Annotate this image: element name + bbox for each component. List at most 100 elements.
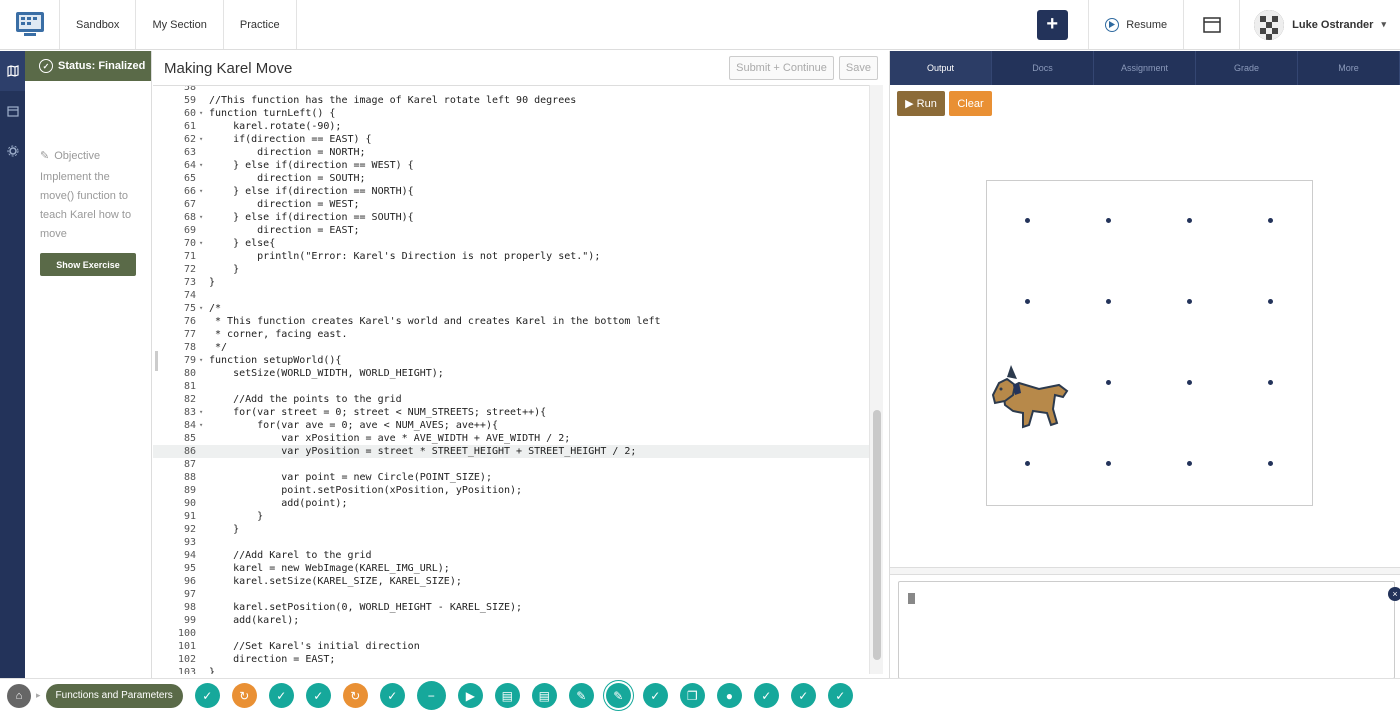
scrollbar-thumb[interactable]: [873, 410, 881, 660]
code-line[interactable]: 63 direction = NORTH;: [153, 146, 869, 159]
code-line[interactable]: 95 karel = new WebImage(KAREL_IMG_URL);: [153, 562, 869, 575]
karel-world-canvas[interactable]: [986, 180, 1313, 506]
code-line[interactable]: 87: [153, 458, 869, 471]
code-editor[interactable]: 58 59 //This function has the image of Kar…: [153, 85, 869, 674]
clear-button[interactable]: Clear: [949, 91, 992, 116]
close-icon[interactable]: ×: [1388, 587, 1400, 601]
run-button[interactable]: ▶ Run: [897, 91, 945, 116]
fold-arrow-icon[interactable]: ▾: [199, 406, 207, 419]
calendar-icon[interactable]: [0, 91, 25, 131]
logo[interactable]: [0, 0, 60, 49]
code-line[interactable]: 59 //This function has the image of Karel…: [153, 94, 869, 107]
code-line[interactable]: 102 direction = EAST;: [153, 653, 869, 666]
minus-icon[interactable]: −: [416, 681, 446, 710]
code-line[interactable]: 85 var xPosition = ave * AVE_WIDTH + AVE…: [153, 432, 869, 445]
code-line[interactable]: 81: [153, 380, 869, 393]
tab-docs[interactable]: Docs: [992, 51, 1094, 85]
code-line[interactable]: 69 direction = EAST;: [153, 224, 869, 237]
code-line[interactable]: 73}: [153, 276, 869, 289]
code-line[interactable]: 100: [153, 627, 869, 640]
code-line[interactable]: 86 var yPosition = street * STREET_HEIGH…: [153, 445, 869, 458]
lightbulb-icon[interactable]: ✓: [827, 683, 853, 708]
fold-arrow-icon[interactable]: ▾: [199, 133, 207, 146]
resize-handle[interactable]: [155, 351, 158, 371]
fold-arrow-icon[interactable]: ▾: [199, 237, 207, 250]
pencil-icon[interactable]: ✎: [568, 683, 594, 708]
lightbulb-icon[interactable]: ✓: [268, 683, 294, 708]
fold-arrow-icon[interactable]: ▾: [199, 211, 207, 224]
fold-arrow-icon[interactable]: ▾: [199, 185, 207, 198]
code-line[interactable]: 76 * This function creates Karel's world…: [153, 315, 869, 328]
add-button[interactable]: +: [1036, 9, 1068, 40]
gear-icon[interactable]: [0, 131, 25, 171]
code-line[interactable]: 91 }: [153, 510, 869, 523]
fold-arrow-icon[interactable]: ▾: [199, 354, 207, 367]
code-line[interactable]: 82 //Add the points to the grid: [153, 393, 869, 406]
code-line[interactable]: 77 * corner, facing east.: [153, 328, 869, 341]
code-line[interactable]: 98 karel.setPosition(0, WORLD_HEIGHT - K…: [153, 601, 869, 614]
refresh-icon[interactable]: ↻: [342, 683, 368, 708]
code-line[interactable]: 78 */: [153, 341, 869, 354]
editor-scrollbar[interactable]: [869, 85, 883, 674]
fold-arrow-icon[interactable]: ▾: [199, 159, 207, 172]
code-line[interactable]: 97: [153, 588, 869, 601]
document-icon[interactable]: ▤: [531, 683, 557, 708]
code-line[interactable]: 67 direction = WEST;: [153, 198, 869, 211]
lightbulb-icon[interactable]: ✓: [642, 683, 668, 708]
show-exercise-button[interactable]: Show Exercise: [40, 253, 136, 276]
document-icon[interactable]: ▤: [494, 683, 520, 708]
copy-icon[interactable]: ❐: [679, 683, 705, 708]
code-line[interactable]: 66 ▾ } else if(direction == NORTH){: [153, 185, 869, 198]
pane-splitter[interactable]: [890, 567, 1400, 575]
lightbulb-icon[interactable]: ✓: [790, 683, 816, 708]
code-line[interactable]: 79 ▾ function setupWorld(){: [153, 354, 869, 367]
submit-continue-button[interactable]: Submit + Continue: [729, 56, 834, 80]
map-icon[interactable]: [0, 51, 25, 91]
code-line[interactable]: 83 ▾ for(var street = 0; street < NUM_STR…: [153, 406, 869, 419]
code-line[interactable]: 84 ▾ for(var ave = 0; ave < NUM_AVES; ave…: [153, 419, 869, 432]
code-line[interactable]: 60 ▾ function turnLeft() {: [153, 107, 869, 120]
layout-toggle[interactable]: [1184, 0, 1241, 49]
code-line[interactable]: 64 ▾ } else if(direction == WEST) {: [153, 159, 869, 172]
code-line[interactable]: 68 ▾ } else if(direction == SOUTH){: [153, 211, 869, 224]
code-line[interactable]: 96 karel.setSize(KAREL_SIZE, KAREL_SIZE)…: [153, 575, 869, 588]
code-line[interactable]: 93: [153, 536, 869, 549]
code-line[interactable]: 71 println("Error: Karel's Direction is …: [153, 250, 869, 263]
code-line[interactable]: 61 karel.rotate(-90);: [153, 120, 869, 133]
code-line[interactable]: 80 setSize(WORLD_WIDTH, WORLD_HEIGHT);: [153, 367, 869, 380]
save-button[interactable]: Save: [838, 56, 878, 80]
code-line[interactable]: 65 direction = SOUTH;: [153, 172, 869, 185]
nav-sandbox[interactable]: Sandbox: [60, 0, 137, 49]
user-menu[interactable]: Luke Ostrander ▾: [1240, 0, 1400, 49]
tab-output[interactable]: Output: [890, 51, 992, 85]
tab-grade[interactable]: Grade: [1196, 51, 1298, 85]
code-line[interactable]: 75 ▾/*: [153, 302, 869, 315]
nav-practice[interactable]: Practice: [224, 0, 297, 49]
code-line[interactable]: 88 var point = new Circle(POINT_SIZE);: [153, 471, 869, 484]
lightbulb-icon[interactable]: ✓: [194, 683, 220, 708]
lightbulb-icon[interactable]: ✓: [379, 683, 405, 708]
code-line[interactable]: 101 //Set Karel's initial direction: [153, 640, 869, 653]
code-line[interactable]: 103}: [153, 666, 869, 674]
lightbulb-icon[interactable]: ✓: [753, 683, 779, 708]
console-output[interactable]: ×: [898, 581, 1400, 679]
stop-icon[interactable]: ●: [716, 683, 742, 708]
tab-more[interactable]: More: [1298, 51, 1400, 85]
pencil-icon[interactable]: ✎: [605, 683, 631, 708]
code-line[interactable]: 62 ▾ if(direction == EAST) {: [153, 133, 869, 146]
fold-arrow-icon[interactable]: ▾: [199, 107, 207, 120]
home-icon[interactable]: ⌂: [7, 683, 31, 708]
code-line[interactable]: 99 add(karel);: [153, 614, 869, 627]
code-line[interactable]: 74: [153, 289, 869, 302]
nav-my-section[interactable]: My Section: [136, 0, 224, 49]
fold-arrow-icon[interactable]: ▾: [199, 419, 207, 432]
code-line[interactable]: 72 }: [153, 263, 869, 276]
module-pill[interactable]: Functions and Parameters: [45, 683, 183, 708]
lightbulb-icon[interactable]: ✓: [305, 683, 331, 708]
code-line[interactable]: 70 ▾ } else{: [153, 237, 869, 250]
code-line[interactable]: 94 //Add Karel to the grid: [153, 549, 869, 562]
video-icon[interactable]: ▶: [457, 683, 483, 708]
code-line[interactable]: 92 }: [153, 523, 869, 536]
refresh-icon[interactable]: ↻: [231, 683, 257, 708]
fold-arrow-icon[interactable]: ▾: [199, 302, 207, 315]
